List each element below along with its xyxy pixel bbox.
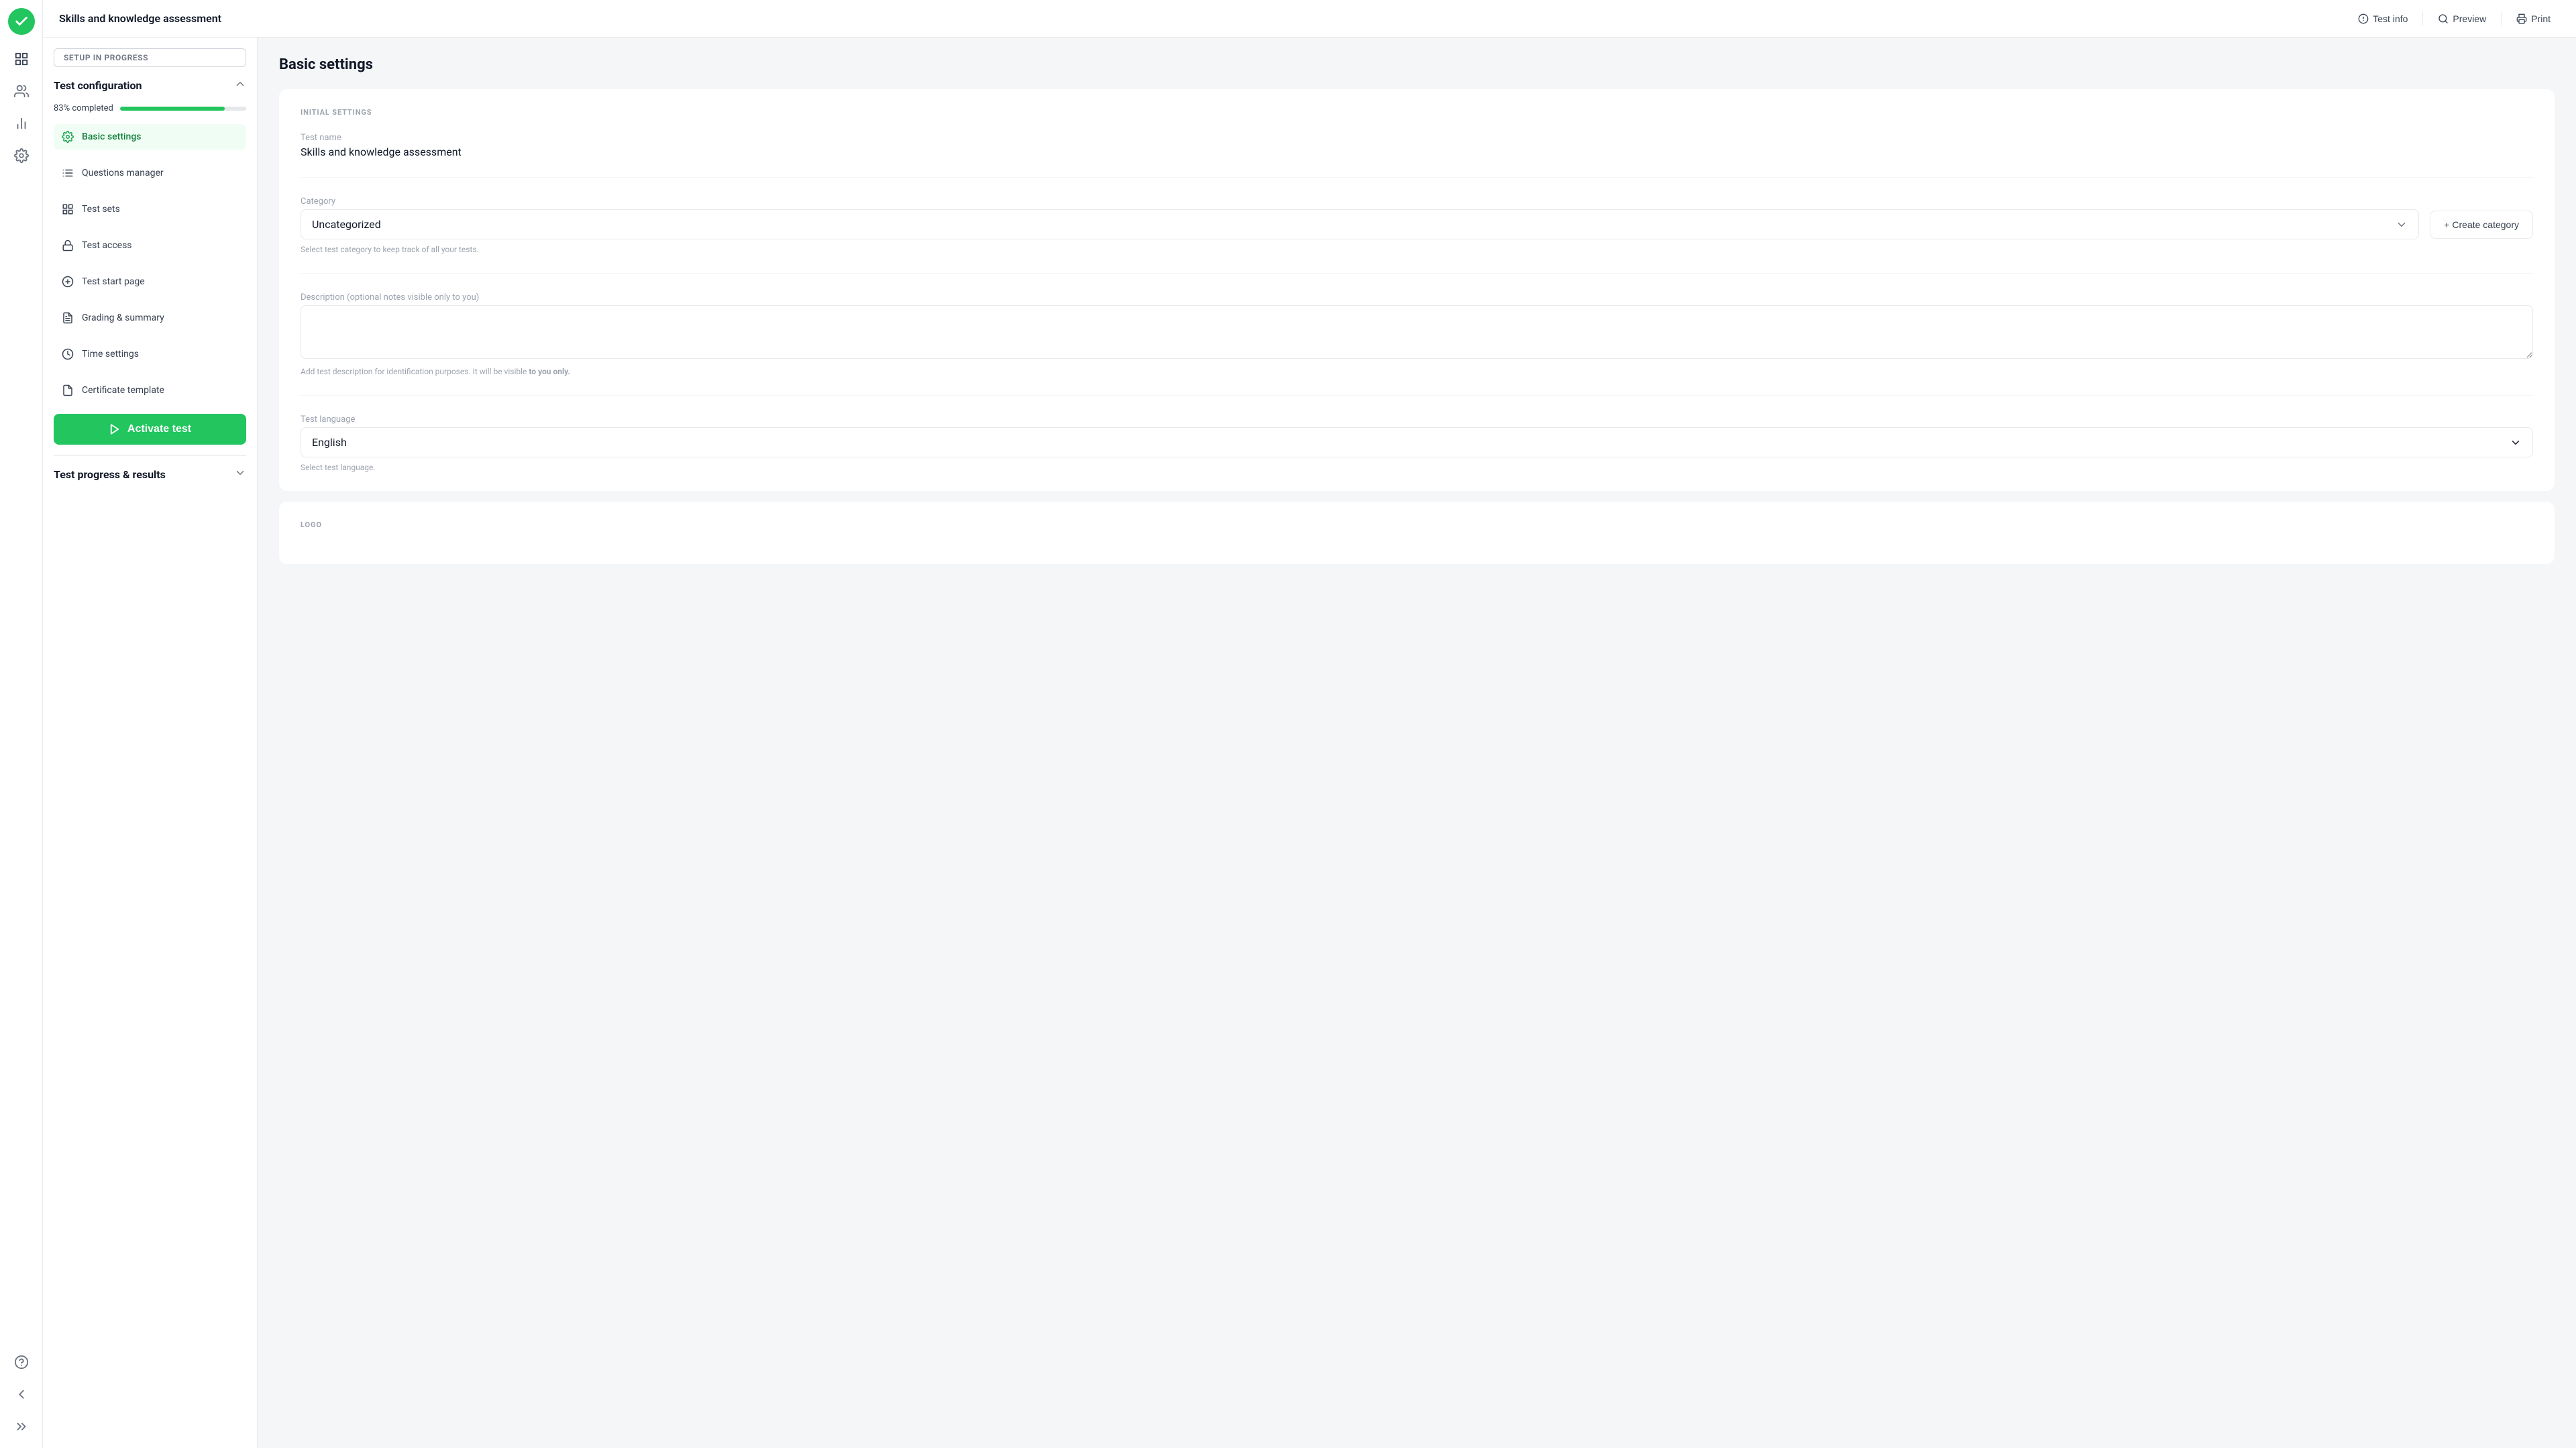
category-select[interactable]: Uncategorized (301, 209, 2419, 239)
description-help: Add test description for identification … (301, 367, 2533, 376)
nav-label-questions-manager: Questions manager (82, 168, 164, 178)
basic-settings-icon (62, 131, 74, 143)
progress-row: 83% completed (54, 103, 246, 113)
icon-sidebar (0, 0, 43, 1448)
description-group: Description (optional notes visible only… (301, 292, 2533, 396)
back-icon[interactable] (8, 1381, 35, 1408)
nav-label-basic-settings: Basic settings (82, 131, 141, 142)
time-settings-icon (62, 348, 74, 360)
initial-settings-label: INITIAL SETTINGS (301, 108, 2533, 117)
preview-icon (2438, 13, 2449, 24)
config-section-header: Test configuration (54, 78, 246, 93)
chevron-down-icon (2396, 219, 2408, 231)
language-help: Select test language. (301, 463, 2533, 472)
setup-badge: SETUP IN PROGRESS (54, 48, 246, 67)
test-info-label: Test info (2373, 13, 2408, 24)
test-start-page-icon (62, 276, 74, 288)
preview-label: Preview (2453, 13, 2486, 24)
description-label: Description (optional notes visible only… (301, 292, 2533, 302)
play-icon (109, 423, 121, 435)
header-actions: Test info Preview Print (2349, 8, 2560, 30)
test-name-group: Test name Skills and knowledge assessmen… (301, 133, 2533, 178)
test-access-icon (62, 239, 74, 252)
certificate-template-icon (62, 384, 74, 396)
main-content: Basic settings INITIAL SETTINGS Test nam… (258, 38, 2576, 1448)
nav-item-basic-settings[interactable]: Basic settings (54, 124, 246, 150)
category-help: Select test category to keep track of al… (301, 245, 2533, 254)
top-header: Skills and knowledge assessment Test inf… (43, 0, 2576, 38)
config-title: Test configuration (54, 79, 142, 92)
app-logo[interactable] (8, 8, 35, 35)
test-name-label: Test name (301, 133, 2533, 143)
language-label: Test language (301, 414, 2533, 425)
logo-section-label: LOGO (301, 520, 2533, 529)
print-button[interactable]: Print (2507, 8, 2560, 30)
grading-summary-icon (62, 312, 74, 324)
test-info-button[interactable]: Test info (2349, 8, 2417, 30)
nav-item-time-settings[interactable]: Time settings (54, 341, 246, 367)
create-category-button[interactable]: + Create category (2430, 211, 2533, 239)
questions-manager-icon (62, 167, 74, 179)
category-row: Uncategorized + Create category (301, 209, 2533, 239)
language-group: Test language English Select test langua… (301, 414, 2533, 472)
test-progress-label: Test progress & results (54, 468, 166, 481)
test-progress-section: Test progress & results (54, 467, 246, 482)
nav-item-grading-summary[interactable]: Grading & summary (54, 305, 246, 331)
test-sets-icon (62, 203, 74, 215)
print-label: Print (2531, 13, 2551, 24)
progress-bar-background (120, 107, 246, 111)
initial-settings-card: INITIAL SETTINGS Test name Skills and kn… (279, 89, 2555, 491)
header-divider-2 (2501, 12, 2502, 25)
analytics-icon[interactable] (8, 110, 35, 137)
header-divider-1 (2422, 12, 2423, 25)
logo-card: LOGO (279, 502, 2555, 564)
preview-button[interactable]: Preview (2428, 8, 2496, 30)
page-header-title: Skills and knowledge assessment (59, 12, 221, 25)
category-label: Category (301, 197, 2533, 207)
nav-item-questions-manager[interactable]: Questions manager (54, 160, 246, 186)
nav-label-test-start-page: Test start page (82, 276, 145, 287)
activate-test-button[interactable]: Activate test (54, 414, 246, 445)
progress-bar-fill (120, 107, 225, 111)
settings-icon[interactable] (8, 142, 35, 169)
activate-test-label: Activate test (127, 423, 191, 435)
expand-icon[interactable] (8, 1413, 35, 1440)
users-icon[interactable] (8, 78, 35, 105)
test-progress-collapse-icon[interactable] (234, 467, 246, 482)
language-chevron-icon (2510, 437, 2522, 449)
nav-item-test-sets[interactable]: Test sets (54, 197, 246, 222)
progress-label: 83% completed (54, 103, 113, 113)
language-select-value: English (312, 436, 347, 449)
content-area: SETUP IN PROGRESS Test configuration 83%… (43, 38, 2576, 1448)
collapse-icon[interactable] (234, 78, 246, 93)
nav-label-certificate-template: Certificate template (82, 385, 164, 396)
create-category-label: + Create category (2444, 219, 2519, 230)
nav-label-test-sets: Test sets (82, 204, 120, 215)
test-name-value: Skills and knowledge assessment (301, 146, 2533, 158)
nav-item-test-access[interactable]: Test access (54, 233, 246, 258)
nav-item-test-start-page[interactable]: Test start page (54, 269, 246, 294)
category-select-value: Uncategorized (312, 218, 381, 231)
panel-divider (54, 455, 246, 456)
main-wrapper: Skills and knowledge assessment Test inf… (43, 0, 2576, 1448)
nav-label-test-access: Test access (82, 240, 132, 251)
nav-item-certificate-template[interactable]: Certificate template (54, 378, 246, 403)
nav-label-grading-summary: Grading & summary (82, 313, 164, 323)
nav-label-time-settings: Time settings (82, 349, 139, 359)
left-panel: SETUP IN PROGRESS Test configuration 83%… (43, 38, 258, 1448)
page-title: Basic settings (279, 56, 2555, 73)
help-icon[interactable] (8, 1349, 35, 1376)
description-textarea[interactable] (301, 305, 2533, 359)
category-group: Category Uncategorized + Create category (301, 197, 2533, 274)
apps-icon[interactable] (8, 46, 35, 72)
print-icon (2516, 13, 2527, 24)
description-help-text: Add test description for identification … (301, 367, 529, 376)
description-help-bold: to you only. (529, 367, 570, 376)
language-select[interactable]: English (301, 427, 2533, 457)
info-icon (2358, 13, 2369, 24)
